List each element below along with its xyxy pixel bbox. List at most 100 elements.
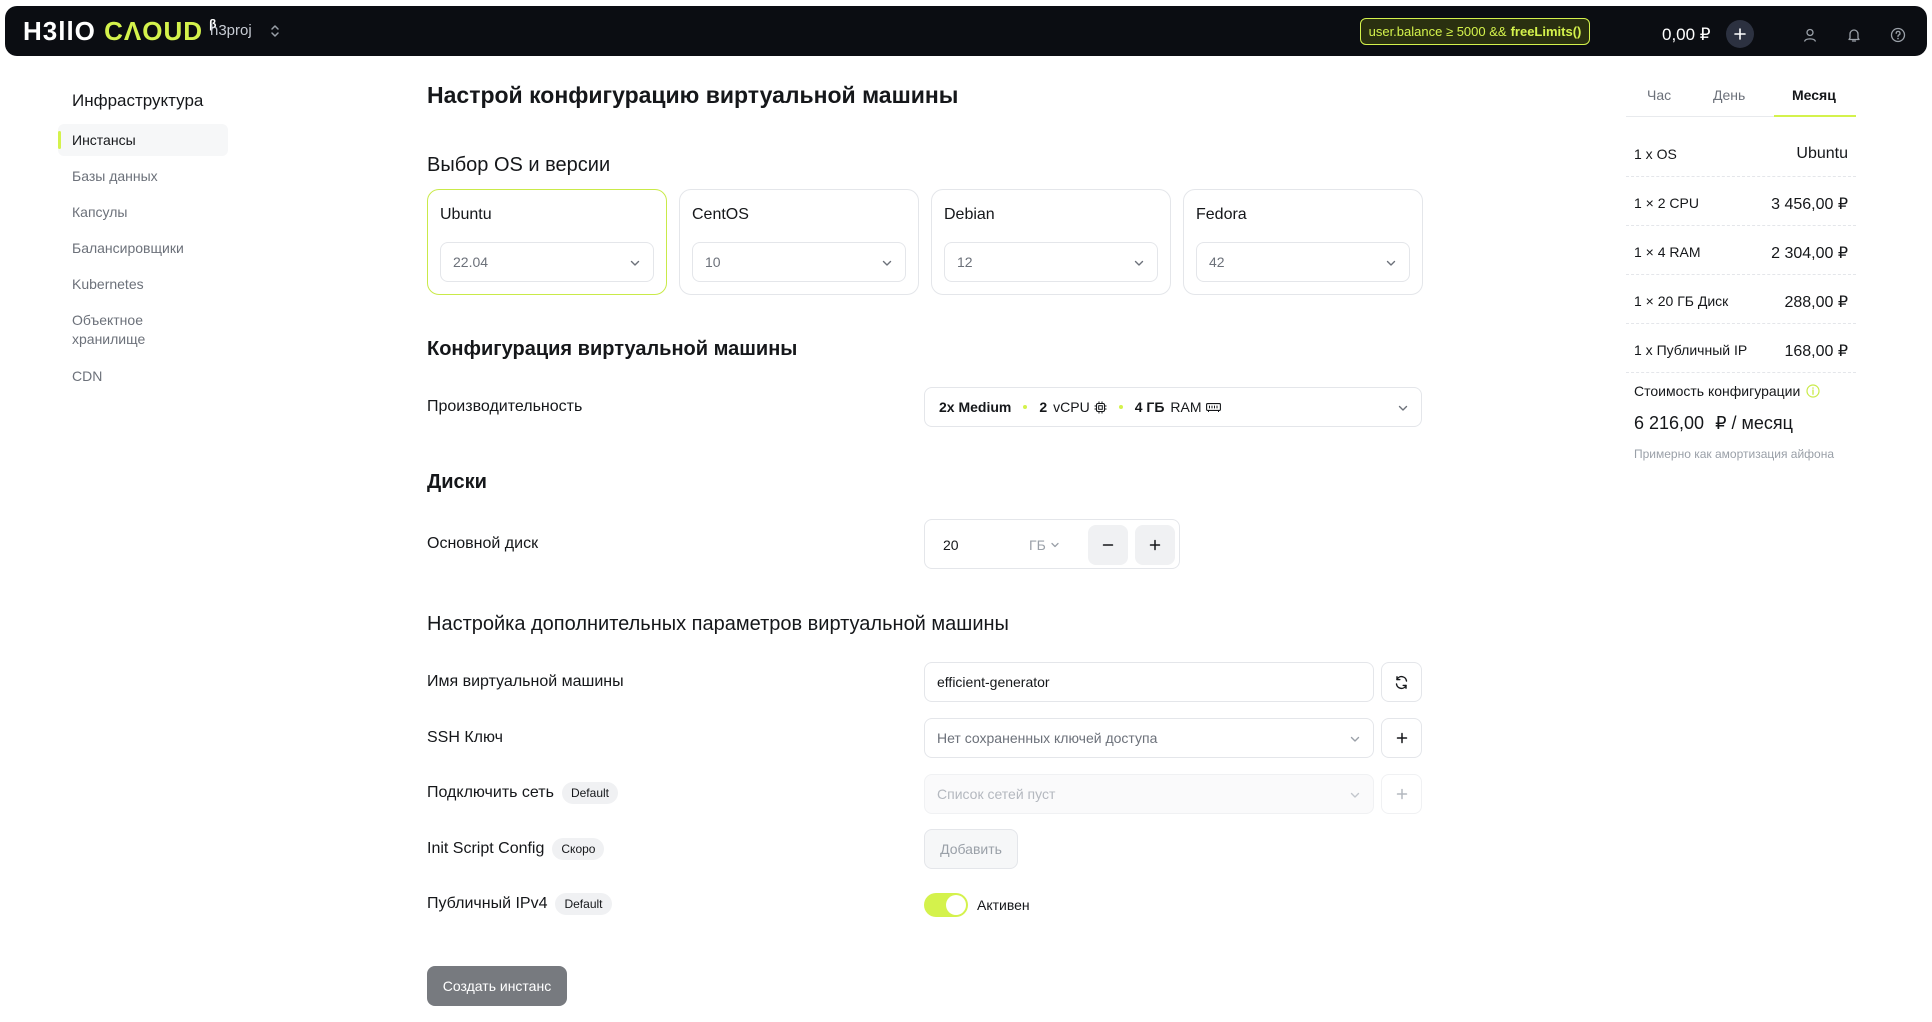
os-card-fedora[interactable]: Fedora 42 (1183, 189, 1423, 295)
summary-row-value: 168,00 ₽ (1784, 343, 1848, 360)
ram-unit: RAM (1170, 399, 1202, 415)
preset-name: 2x Medium (939, 399, 1012, 415)
bell-icon[interactable] (1845, 26, 1863, 44)
sidebar-item-instances[interactable]: Инстансы (72, 132, 136, 148)
free-limits-badge[interactable]: user.balance ≥ 5000 && freeLimits() (1360, 18, 1590, 45)
ram-amount: 4 ГБ (1134, 399, 1165, 415)
page-title: Настрой конфигурацию виртуальной машины (427, 82, 959, 108)
total-price-value: 6 216,00 (1634, 413, 1705, 433)
os-name: Debian (944, 206, 995, 223)
disk-unit-select[interactable]: ГБ (1029, 537, 1060, 553)
summary-row-label: 1 × 4 RAM (1634, 244, 1701, 260)
os-card-debian[interactable]: Debian 12 (931, 189, 1171, 295)
os-card-ubuntu[interactable]: Ubuntu 22.04 (427, 189, 667, 295)
toggle-knob (946, 895, 966, 915)
network-select[interactable]: Список сетей пуст (924, 774, 1374, 814)
sidebar-item-kubernetes[interactable]: Kubernetes (72, 276, 144, 292)
summary-row-value: 3 456,00 ₽ (1771, 196, 1848, 213)
sidebar-active-indicator (58, 131, 61, 149)
logo-wordmark: H3llO CΛOUD (23, 18, 203, 44)
increase-disk-button[interactable] (1135, 525, 1175, 565)
chevron-down-icon (1349, 733, 1361, 745)
separator-dot (1023, 405, 1028, 409)
plus-icon (1149, 539, 1161, 551)
top-up-button[interactable] (1726, 20, 1754, 48)
os-version-select[interactable]: 22.04 (440, 242, 654, 282)
sidebar-item-cdn[interactable]: CDN (72, 368, 102, 384)
sidebar-item-databases[interactable]: Базы данных (72, 168, 158, 184)
sidebar-item-capsules[interactable]: Капсулы (72, 204, 127, 220)
summary-row-cpu: 1 × 2 CPU 3 456,00 ₽ (1626, 178, 1856, 226)
badge-function: freeLimits() (1510, 24, 1582, 39)
summary-row-public-ip: 1 x Публичный IP 168,00 ₽ (1626, 325, 1856, 373)
total-label: Стоимость конфигурации (1634, 383, 1801, 399)
public-ipv4-toggle[interactable] (924, 893, 968, 917)
chevron-down-icon (1397, 402, 1409, 414)
logo[interactable]: H3llO CΛOUD β (23, 17, 216, 44)
decrease-disk-button[interactable] (1088, 525, 1128, 565)
user-icon[interactable] (1801, 26, 1819, 44)
os-version-value: 10 (705, 254, 721, 270)
summary-row-disk: 1 × 20 ГБ Диск 288,00 ₽ (1626, 276, 1856, 324)
summary-row-value: 288,00 ₽ (1784, 294, 1848, 311)
logo-accent: CΛOUD (104, 16, 204, 46)
summary-row-label: 1 × 2 CPU (1634, 195, 1699, 211)
info-icon[interactable] (1806, 384, 1820, 398)
tab-hour[interactable]: Час (1647, 87, 1671, 103)
add-ssh-key-button[interactable] (1381, 718, 1422, 758)
chevron-updown-icon (270, 24, 280, 38)
ssh-key-select[interactable]: Нет сохраненных ключей доступа (924, 718, 1374, 758)
default-badge: Default (561, 782, 618, 804)
regenerate-name-button[interactable] (1381, 662, 1422, 702)
os-version-value: 12 (957, 254, 973, 270)
project-switcher[interactable]: h3proj (210, 22, 280, 39)
add-init-script-button[interactable]: Добавить (924, 829, 1018, 869)
default-badge: Default (555, 893, 612, 915)
init-script-label: Init Script Config (427, 840, 545, 857)
summary-row-label: 1 × 20 ГБ Диск (1634, 293, 1729, 309)
total-price-unit: ₽ / месяц (1715, 413, 1793, 433)
summary-row-os: 1 x OS Ubuntu (1626, 129, 1856, 177)
help-icon[interactable] (1889, 26, 1907, 44)
plus-icon (1396, 788, 1408, 800)
ram-icon (1205, 402, 1221, 413)
chevron-down-icon (1385, 257, 1397, 269)
main-disk-label: Основной диск (427, 535, 539, 552)
create-instance-button[interactable]: Создать инстанс (427, 966, 567, 1006)
balance-amount: 0,00 ₽ (1662, 25, 1711, 44)
vm-name-input[interactable]: efficient-generator (924, 662, 1374, 702)
public-ipv4-label: Публичный IPv4 (427, 895, 548, 912)
tab-day[interactable]: День (1713, 87, 1745, 103)
active-tab-indicator (1774, 115, 1856, 117)
tab-month[interactable]: Месяц (1792, 87, 1836, 103)
os-section-title: Выбор OS и версии (427, 154, 611, 176)
plus-icon (1734, 28, 1746, 40)
os-card-centos[interactable]: CentOS 10 (679, 189, 919, 295)
total-price: 6 216,00 ₽ / месяц (1634, 413, 1793, 434)
disk-size-stepper: 20 ГБ (924, 519, 1180, 569)
os-version-select[interactable]: 10 (692, 242, 906, 282)
sidebar-item-balancers[interactable]: Балансировщики (72, 240, 184, 256)
chevron-down-icon (629, 257, 641, 269)
disk-size-input[interactable]: 20 (943, 537, 959, 553)
logo-main: H3llO (23, 16, 96, 46)
os-version-select[interactable]: 12 (944, 242, 1158, 282)
sidebar-item-label-line-1: Объектное (72, 312, 143, 328)
disks-section-title: Диски (427, 471, 487, 493)
performance-select[interactable]: 2x Medium 2 vCPU 4 ГБ RAM (924, 387, 1422, 427)
os-version-value: 42 (1209, 254, 1225, 270)
ssh-key-label: SSH Ключ (427, 729, 503, 746)
os-version-select[interactable]: 42 (1196, 242, 1410, 282)
plus-icon (1396, 732, 1408, 744)
sidebar-item-object-storage[interactable]: Объектное хранилище (72, 312, 145, 347)
advanced-section-title: Настройка дополнительных параметров вирт… (427, 613, 1009, 635)
total-label-row: Стоимость конфигурации (1634, 383, 1820, 399)
network-placeholder: Список сетей пуст (937, 786, 1056, 802)
summary-row-label: 1 x OS (1634, 146, 1677, 162)
network-label-row: Подключить сеть Default (427, 782, 618, 804)
chevron-down-icon (1133, 257, 1145, 269)
sidebar-item-label-line-2: хранилище (72, 331, 146, 347)
os-name: CentOS (692, 206, 749, 223)
add-network-button[interactable] (1381, 774, 1422, 814)
network-label: Подключить сеть (427, 784, 554, 801)
